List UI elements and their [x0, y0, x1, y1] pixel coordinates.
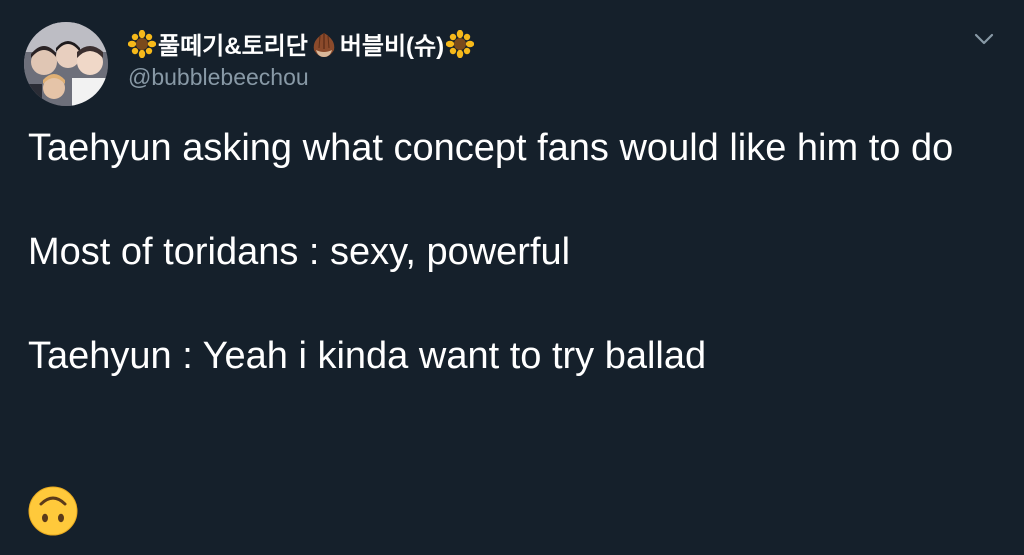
- tweet-text: Taehyun asking what concept fans would l…: [28, 122, 1003, 382]
- avatar-image: [24, 22, 108, 106]
- display-name-part-1: 풀떼기&토리단: [158, 33, 308, 60]
- sunflower-icon: [445, 29, 475, 58]
- user-handle[interactable]: @bubblebeechou: [128, 64, 309, 91]
- display-name[interactable]: 풀떼기&토리단 버블비(슈): [127, 26, 475, 61]
- tweet-text-line: Taehyun : Yeah i kinda want to try balla…: [28, 335, 707, 377]
- tweet-card: 풀떼기&토리단 버블비(슈) @bubblebeechou Taehyun as…: [0, 0, 1024, 555]
- upside-down-face-icon: [28, 486, 78, 536]
- tweet-text-line: Most of toridans : sexy, powerful: [28, 231, 571, 273]
- chestnut-icon: [310, 30, 338, 58]
- avatar[interactable]: [24, 22, 108, 106]
- sunflower-icon: [127, 29, 157, 58]
- display-name-part-2: 버블비(슈): [339, 33, 445, 60]
- chevron-down-icon[interactable]: [974, 32, 994, 46]
- tweet-text-line: Taehyun asking what concept fans would l…: [28, 127, 954, 169]
